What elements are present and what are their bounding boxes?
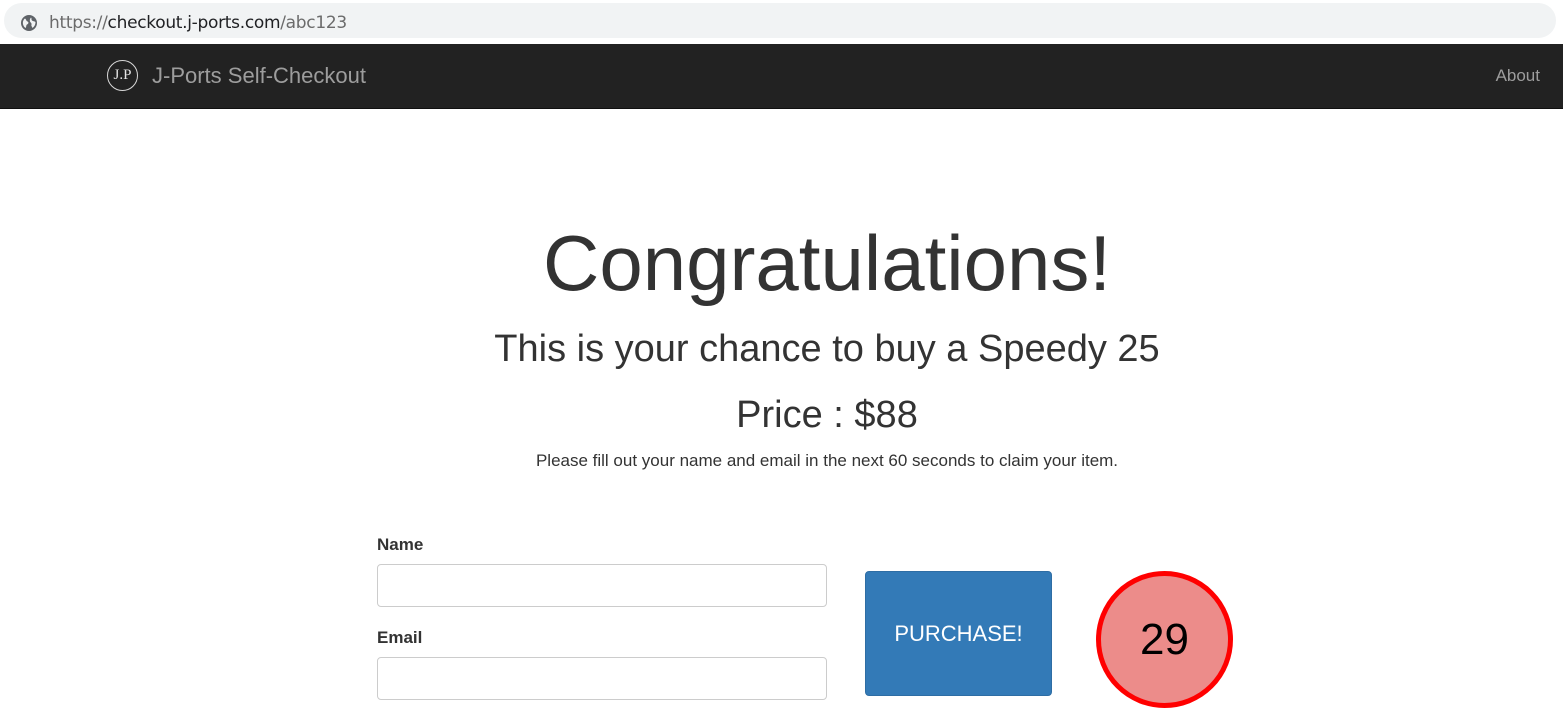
name-input[interactable] (377, 564, 827, 607)
price-text: Price : $88 (736, 394, 918, 436)
countdown-timer: 29 (1096, 571, 1233, 708)
navbar: J.P J-Ports Self-Checkout About (0, 44, 1563, 109)
offer-subheading: This is your chance to buy a Speedy 25 (494, 328, 1160, 370)
email-label: Email (377, 628, 423, 647)
instructions-text: Please fill out your name and email in t… (535, 451, 1119, 470)
brand-name[interactable]: J-Ports Self-Checkout (152, 63, 366, 89)
purchase-button[interactable]: PURCHASE! (865, 571, 1052, 696)
url-path: /abc123 (280, 13, 347, 33)
url-scheme: https:// (49, 13, 108, 33)
url-text[interactable]: https://checkout.j-ports.com/abc123 (49, 13, 347, 33)
page-heading: Congratulations! (542, 219, 1111, 307)
browser-address-strip: https://checkout.j-ports.com/abc123 (0, 0, 1563, 44)
brand-logo-icon[interactable]: J.P (107, 60, 138, 91)
url-host: checkout.j-ports.com (107, 13, 281, 33)
name-label: Name (377, 535, 424, 554)
address-bar[interactable]: https://checkout.j-ports.com/abc123 (4, 3, 1556, 38)
globe-icon (21, 15, 37, 31)
nav-about-link[interactable]: About (1496, 66, 1540, 86)
email-input[interactable] (377, 657, 827, 700)
